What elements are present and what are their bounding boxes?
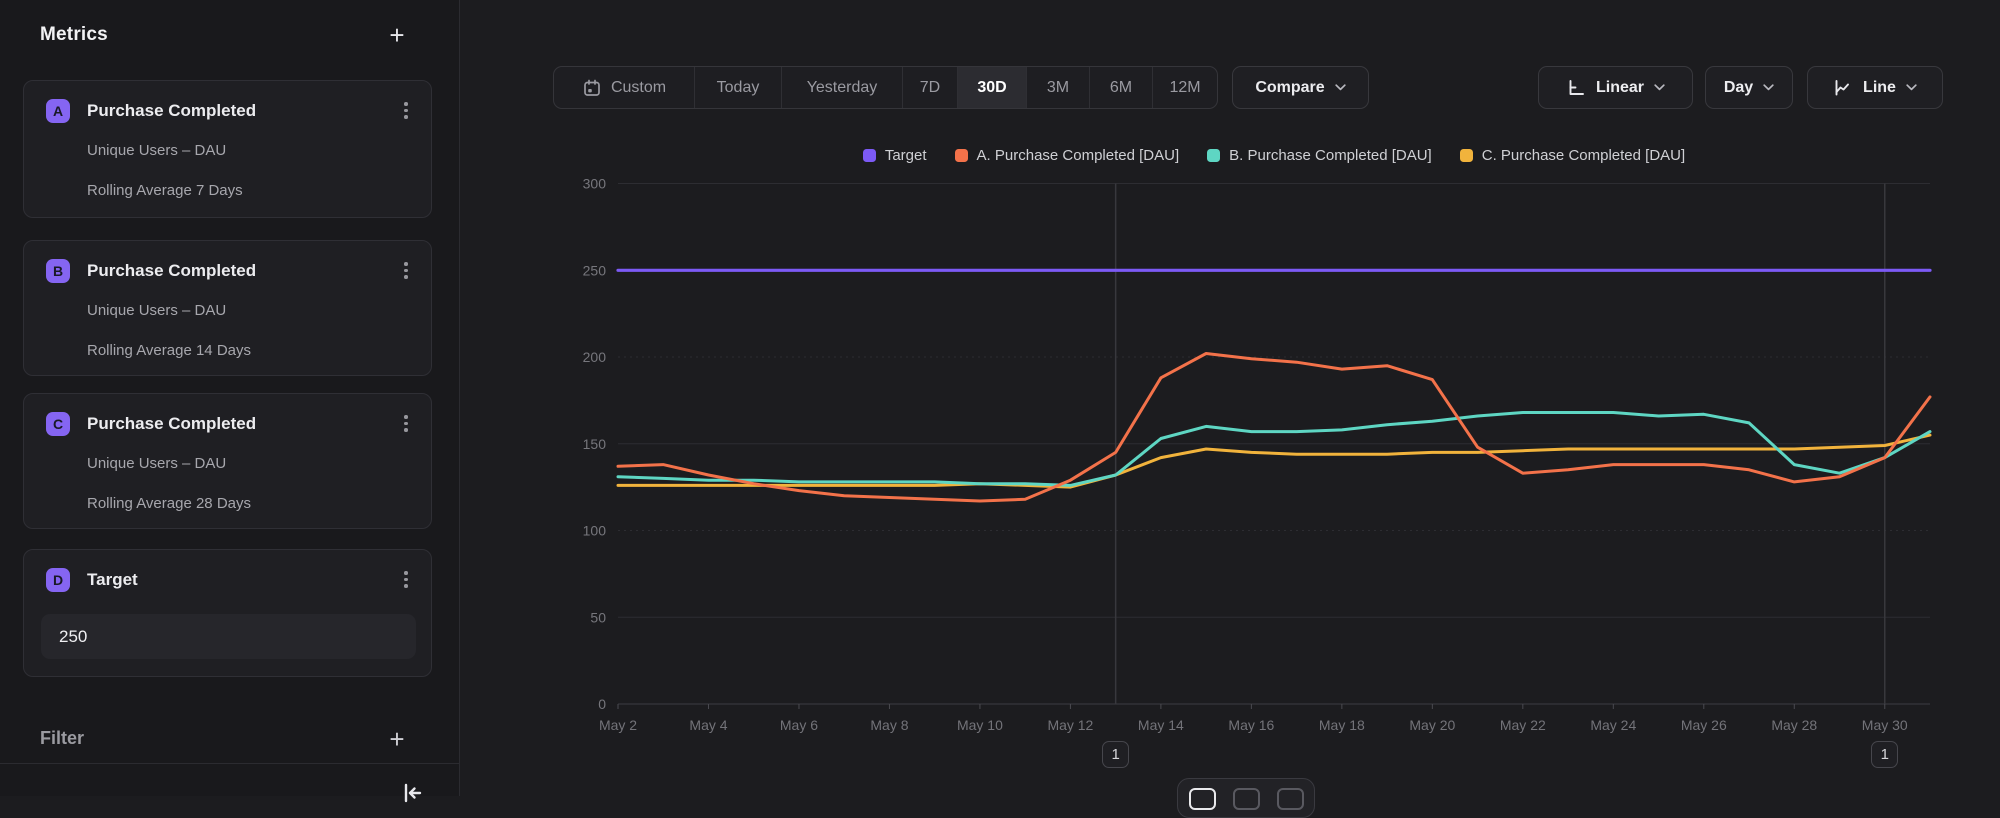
- calendar-icon: [582, 78, 602, 98]
- metric-rolling-average[interactable]: Rolling Average 7 Days: [87, 182, 243, 199]
- range-7d[interactable]: 7D: [903, 67, 958, 108]
- add-filter-button[interactable]: +: [382, 724, 412, 754]
- legend-swatch-icon: [863, 149, 876, 162]
- metric-card-a[interactable]: A Purchase Completed Unique Users – DAU …: [23, 80, 432, 218]
- y-axis-label: 50: [590, 609, 606, 625]
- metric-title: Purchase Completed: [87, 261, 397, 281]
- x-axis-label: May 18: [1319, 717, 1365, 733]
- chart-layout-toggle: [1177, 778, 1315, 818]
- x-axis-label: May 22: [1500, 717, 1546, 733]
- chart-legend: Target A. Purchase Completed [DAU] B. Purc…: [618, 147, 1930, 164]
- filter-section-title: Filter: [40, 728, 84, 749]
- annotation-badge[interactable]: 1: [1871, 741, 1898, 768]
- sidebar: Metrics + A Purchase Completed Unique Us…: [0, 0, 460, 796]
- chevron-down-icon: [1906, 84, 1917, 91]
- legend-item[interactable]: A. Purchase Completed [DAU]: [955, 147, 1180, 164]
- collapse-sidebar-icon[interactable]: [398, 779, 426, 807]
- linear-axis-icon: [1566, 78, 1586, 98]
- range-30d[interactable]: 30D: [958, 67, 1027, 108]
- metric-card-b[interactable]: B Purchase Completed Unique Users – DAU …: [23, 240, 432, 376]
- metric-title: Purchase Completed: [87, 414, 397, 434]
- add-metric-button[interactable]: +: [382, 20, 412, 50]
- legend-item[interactable]: C. Purchase Completed [DAU]: [1460, 147, 1685, 164]
- kebab-menu-icon[interactable]: [397, 260, 415, 282]
- range-12m[interactable]: 12M: [1153, 67, 1217, 108]
- metric-title: Purchase Completed: [87, 101, 397, 121]
- metric-badge-b: B: [46, 259, 70, 283]
- range-yesterday[interactable]: Yesterday: [782, 67, 903, 108]
- metric-rolling-average[interactable]: Rolling Average 28 Days: [87, 495, 251, 512]
- y-axis-label: 0: [598, 696, 606, 712]
- date-range-control: Custom Today Yesterday 7D 30D 3M 6M 12M: [553, 66, 1218, 109]
- sidebar-divider: [0, 763, 460, 764]
- metric-measure[interactable]: Unique Users – DAU: [87, 302, 226, 319]
- kebab-menu-icon[interactable]: [397, 569, 415, 591]
- series-line-c[interactable]: [618, 435, 1930, 487]
- metric-badge-d: D: [46, 568, 70, 592]
- x-axis-label: May 12: [1047, 717, 1093, 733]
- metric-badge-a: A: [46, 99, 70, 123]
- metric-badge-c: C: [46, 412, 70, 436]
- x-axis-label: May 30: [1862, 717, 1908, 733]
- legend-label: B. Purchase Completed [DAU]: [1229, 147, 1432, 164]
- legend-label: Target: [885, 147, 927, 164]
- legend-item[interactable]: Target: [863, 147, 927, 164]
- chevron-down-icon: [1763, 84, 1774, 91]
- chevron-down-icon: [1654, 84, 1665, 91]
- y-axis-label: 100: [583, 523, 607, 539]
- target-value-input[interactable]: [41, 614, 416, 659]
- legend-item[interactable]: B. Purchase Completed [DAU]: [1207, 147, 1432, 164]
- layout-option-1-icon[interactable]: [1189, 788, 1216, 810]
- metrics-section-title: Metrics: [40, 24, 108, 46]
- kebab-menu-icon[interactable]: [397, 413, 415, 435]
- legend-label: A. Purchase Completed [DAU]: [977, 147, 1180, 164]
- metric-measure[interactable]: Unique Users – DAU: [87, 455, 226, 472]
- metrics-report-page: Metrics + A Purchase Completed Unique Us…: [0, 0, 2000, 796]
- x-axis-label: May 24: [1590, 717, 1636, 733]
- x-axis-label: May 20: [1409, 717, 1455, 733]
- x-axis-label: May 26: [1681, 717, 1727, 733]
- scale-button[interactable]: Linear: [1538, 66, 1693, 109]
- chevron-down-icon: [1335, 84, 1346, 91]
- range-custom[interactable]: Custom: [554, 67, 695, 108]
- x-axis-label: May 2: [599, 717, 637, 733]
- metric-measure[interactable]: Unique Users – DAU: [87, 142, 226, 159]
- legend-swatch-icon: [1460, 149, 1473, 162]
- compare-button[interactable]: Compare: [1232, 66, 1369, 109]
- range-6m[interactable]: 6M: [1090, 67, 1153, 108]
- x-axis-label: May 28: [1771, 717, 1817, 733]
- x-axis-label: May 6: [780, 717, 818, 733]
- range-today[interactable]: Today: [695, 67, 782, 108]
- metric-card-c[interactable]: C Purchase Completed Unique Users – DAU …: [23, 393, 432, 529]
- line-chart-icon: [1833, 78, 1853, 98]
- chart-type-button[interactable]: Line: [1807, 66, 1943, 109]
- layout-option-2-icon[interactable]: [1233, 788, 1260, 810]
- x-axis-label: May 16: [1228, 717, 1274, 733]
- granularity-button[interactable]: Day: [1705, 66, 1793, 109]
- target-card[interactable]: D Target: [23, 549, 432, 677]
- legend-swatch-icon: [955, 149, 968, 162]
- layout-option-3-icon[interactable]: [1277, 788, 1304, 810]
- target-title: Target: [87, 570, 397, 590]
- y-axis-label: 300: [583, 176, 607, 192]
- x-axis-label: May 4: [689, 717, 727, 733]
- series-line-a[interactable]: [618, 354, 1930, 502]
- y-axis-label: 150: [583, 436, 607, 452]
- annotation-badge[interactable]: 1: [1102, 741, 1129, 768]
- x-axis-label: May 14: [1138, 717, 1184, 733]
- metric-rolling-average[interactable]: Rolling Average 14 Days: [87, 342, 251, 359]
- legend-swatch-icon: [1207, 149, 1220, 162]
- y-axis-label: 200: [583, 349, 607, 365]
- y-axis-label: 250: [583, 262, 607, 278]
- range-3m[interactable]: 3M: [1027, 67, 1090, 108]
- x-axis-label: May 8: [870, 717, 908, 733]
- legend-label: C. Purchase Completed [DAU]: [1482, 147, 1685, 164]
- kebab-menu-icon[interactable]: [397, 100, 415, 122]
- x-axis-label: May 10: [957, 717, 1003, 733]
